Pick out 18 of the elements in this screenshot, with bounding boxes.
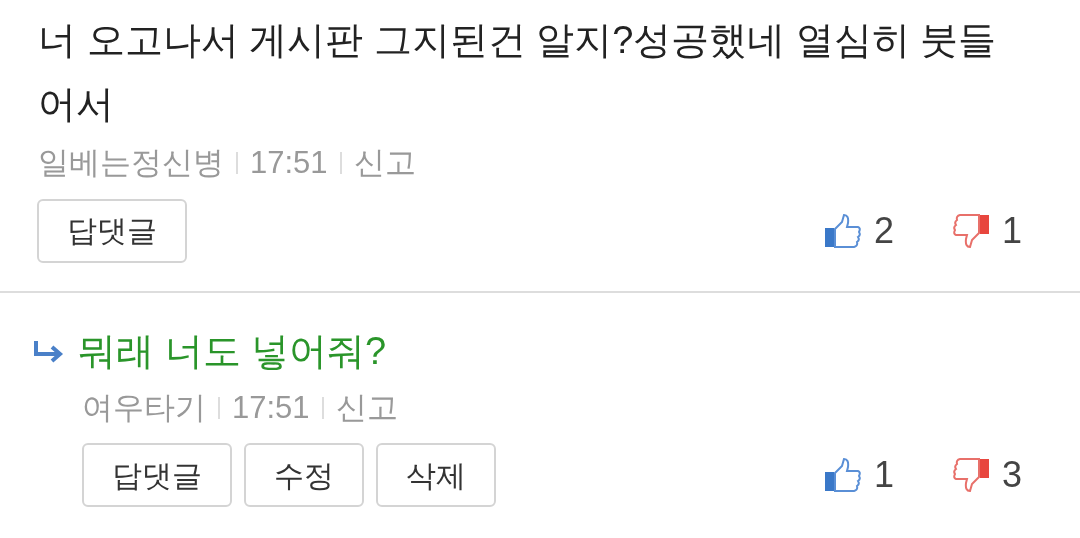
comment-action-button[interactable]: 수정 xyxy=(244,443,364,507)
author-name: 일베는정신병 xyxy=(38,144,224,182)
author-name: 여우타기 xyxy=(82,388,206,427)
thumbs-up-icon xyxy=(823,458,862,492)
comment-action-button[interactable]: 답댓글 xyxy=(37,198,187,263)
like-count: 2 xyxy=(873,208,894,253)
thumbs-down-icon xyxy=(951,213,990,248)
comment-action-button[interactable]: 삭제 xyxy=(376,443,496,507)
comment-action-button[interactable]: 답댓글 xyxy=(82,443,232,507)
thumbs-up-icon xyxy=(823,213,862,248)
comment-time: 17:51 xyxy=(232,388,310,427)
thumbs-down-icon xyxy=(951,458,990,492)
comment-text: 뭐래 너도 넣어줘? xyxy=(78,328,387,374)
like-count: 1 xyxy=(873,453,894,497)
comment-text: 너 오고나서 게시판 그지된건 알지?성공했네 열심히 붓들어서 xyxy=(38,18,998,127)
dislike-count: 1 xyxy=(1001,208,1022,253)
dislike-count: 3 xyxy=(1001,453,1022,497)
comment-time: 17:51 xyxy=(250,144,328,182)
